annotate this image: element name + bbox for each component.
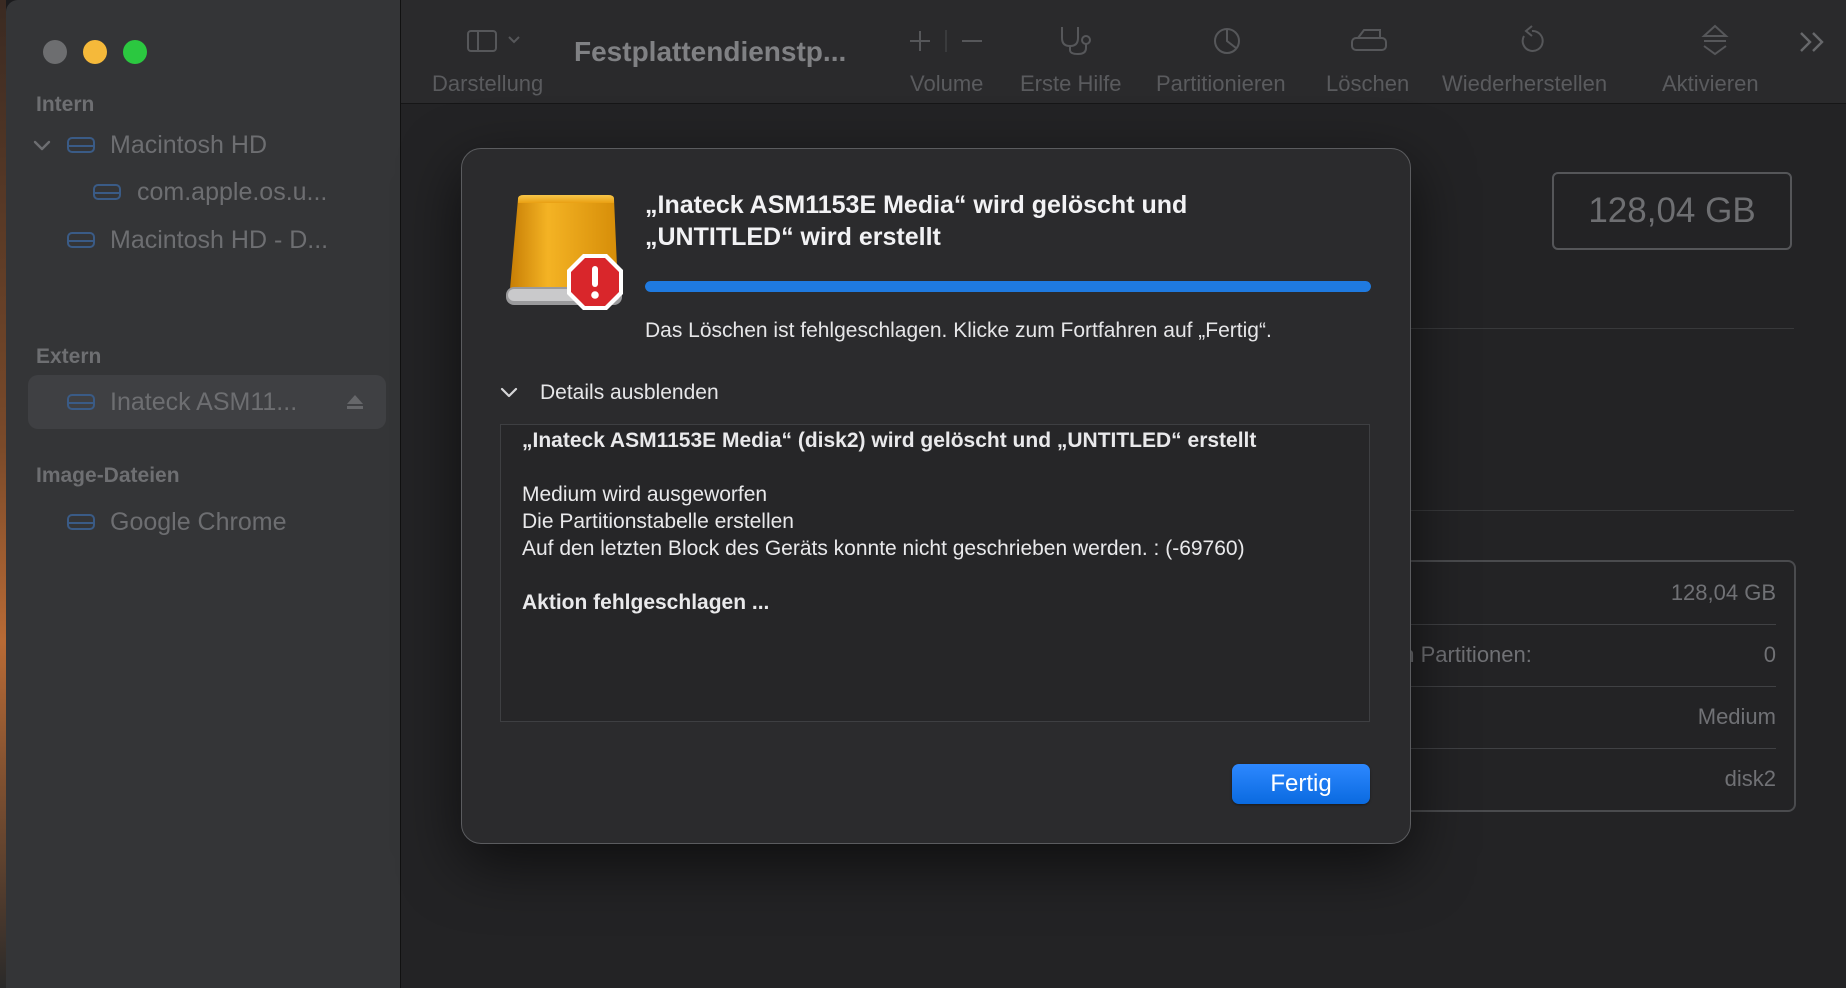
window-title: Festplattendienstp... bbox=[574, 36, 847, 67]
divider bbox=[1404, 510, 1794, 511]
info-row: disk2 bbox=[1386, 748, 1794, 810]
minimize-window-button[interactable] bbox=[83, 40, 107, 64]
sidebar-section-intern: Intern bbox=[36, 93, 95, 116]
stethoscope-icon bbox=[1061, 27, 1091, 56]
progress-bar bbox=[645, 281, 1371, 292]
toolbar-erase-label: Löschen bbox=[1326, 71, 1410, 96]
info-value: disk2 bbox=[1724, 766, 1776, 791]
sidebar-toggle-icon bbox=[467, 30, 520, 52]
divider bbox=[1404, 328, 1794, 329]
info-row: 128,04 GB bbox=[1386, 562, 1794, 624]
info-value: Medium bbox=[1697, 704, 1776, 729]
dialog-title-line: „UNTITLED“ wird erstellt bbox=[645, 223, 941, 251]
close-window-button[interactable] bbox=[43, 40, 67, 64]
toolbar-partition-label: Partitionieren bbox=[1156, 71, 1286, 96]
erase-dialog: „Inateck ASM1153E Media“ wird gelöscht u… bbox=[461, 148, 1411, 844]
eject-icon[interactable] bbox=[346, 394, 364, 410]
info-table: 128,04 GB en Partitionen: 0 Medium disk2 bbox=[1386, 560, 1796, 812]
disk-utility-window: Intern Macintosh HD com.apple.os.u... Ma… bbox=[6, 0, 1846, 988]
sidebar-section-extern: Extern bbox=[36, 345, 102, 368]
details-log[interactable]: „Inateck ASM1153E Media“ (disk2) wird ge… bbox=[500, 424, 1370, 722]
dialog-status: Das Löschen ist fehlgeschlagen. Klicke z… bbox=[645, 319, 1272, 342]
dialog-title-line: „Inateck ASM1153E Media“ wird gelöscht u… bbox=[645, 191, 1188, 219]
info-row: Medium bbox=[1386, 686, 1794, 748]
dialog-title: „Inateck ASM1153E Media“ wird gelöscht u… bbox=[645, 189, 1365, 253]
zoom-window-button[interactable] bbox=[123, 40, 147, 64]
log-line: Medium wird ausgeworfen bbox=[522, 483, 768, 506]
log-line: Die Partitionstabelle erstellen bbox=[522, 510, 794, 533]
sidebar-item-inateck[interactable]: Inateck ASM11... bbox=[28, 375, 386, 429]
toolbar-display-label: Darstellung bbox=[432, 71, 544, 96]
sidebar-item-label: com.apple.os.u... bbox=[137, 177, 328, 206]
sidebar-item-label: Macintosh HD bbox=[110, 130, 267, 159]
drive-icon bbox=[67, 514, 95, 530]
details-toggle[interactable]: Details ausblenden bbox=[500, 381, 719, 405]
sidebar-item-label: Google Chrome bbox=[110, 507, 287, 536]
drive-icon bbox=[67, 232, 95, 248]
sidebar-section-image-dateien: Image-Dateien bbox=[36, 464, 180, 487]
sidebar-item-macintosh-hd[interactable]: Macintosh HD bbox=[28, 118, 386, 172]
toolbar-first-aid-label: Erste Hilfe bbox=[1020, 71, 1122, 96]
capacity-display: 128,04 GB bbox=[1552, 172, 1792, 250]
more-icon[interactable] bbox=[1798, 30, 1828, 54]
pie-chart-icon bbox=[1214, 28, 1240, 54]
sidebar-item-com-apple-os[interactable]: com.apple.os.u... bbox=[28, 165, 386, 219]
progress-fill bbox=[645, 281, 1371, 292]
log-result: Aktion fehlgeschlagen ... bbox=[522, 591, 770, 614]
info-value: 0 bbox=[1763, 642, 1776, 667]
sidebar: Intern Macintosh HD com.apple.os.u... Ma… bbox=[6, 0, 401, 988]
details-toggle-label: Details ausblenden bbox=[540, 381, 719, 404]
warning-icon bbox=[567, 254, 623, 310]
sidebar-item-label: Inateck ASM11... bbox=[110, 387, 298, 416]
toolbar-volume-label: Volume bbox=[910, 71, 984, 96]
plus-icon bbox=[910, 30, 982, 52]
sidebar-item-google-chrome[interactable]: Google Chrome bbox=[28, 495, 386, 549]
info-value: 128,04 GB bbox=[1670, 580, 1776, 605]
sidebar-item-macintosh-hd-data[interactable]: Macintosh HD - D... bbox=[28, 213, 386, 267]
chevron-down-icon bbox=[500, 387, 518, 398]
toolbar-restore-label: Wiederherstellen bbox=[1442, 71, 1608, 96]
drive-icon bbox=[93, 184, 121, 200]
info-label: en Partitionen: bbox=[1390, 642, 1532, 667]
drive-icon bbox=[67, 137, 95, 153]
info-row: en Partitionen: 0 bbox=[1386, 624, 1794, 686]
restore-icon bbox=[1521, 25, 1544, 52]
chevron-down-icon[interactable] bbox=[32, 135, 52, 155]
log-heading: „Inateck ASM1153E Media“ (disk2) wird ge… bbox=[522, 429, 1257, 452]
erase-drive-icon bbox=[1351, 29, 1387, 51]
toolbar-activate-label: Aktivieren bbox=[1662, 71, 1759, 96]
log-line: Auf den letzten Block des Geräts konnte … bbox=[522, 537, 1245, 560]
drive-icon bbox=[67, 394, 95, 410]
activate-icon bbox=[1701, 24, 1729, 56]
done-button[interactable]: Fertig bbox=[1232, 764, 1370, 804]
sidebar-item-label: Macintosh HD - D... bbox=[110, 225, 329, 254]
